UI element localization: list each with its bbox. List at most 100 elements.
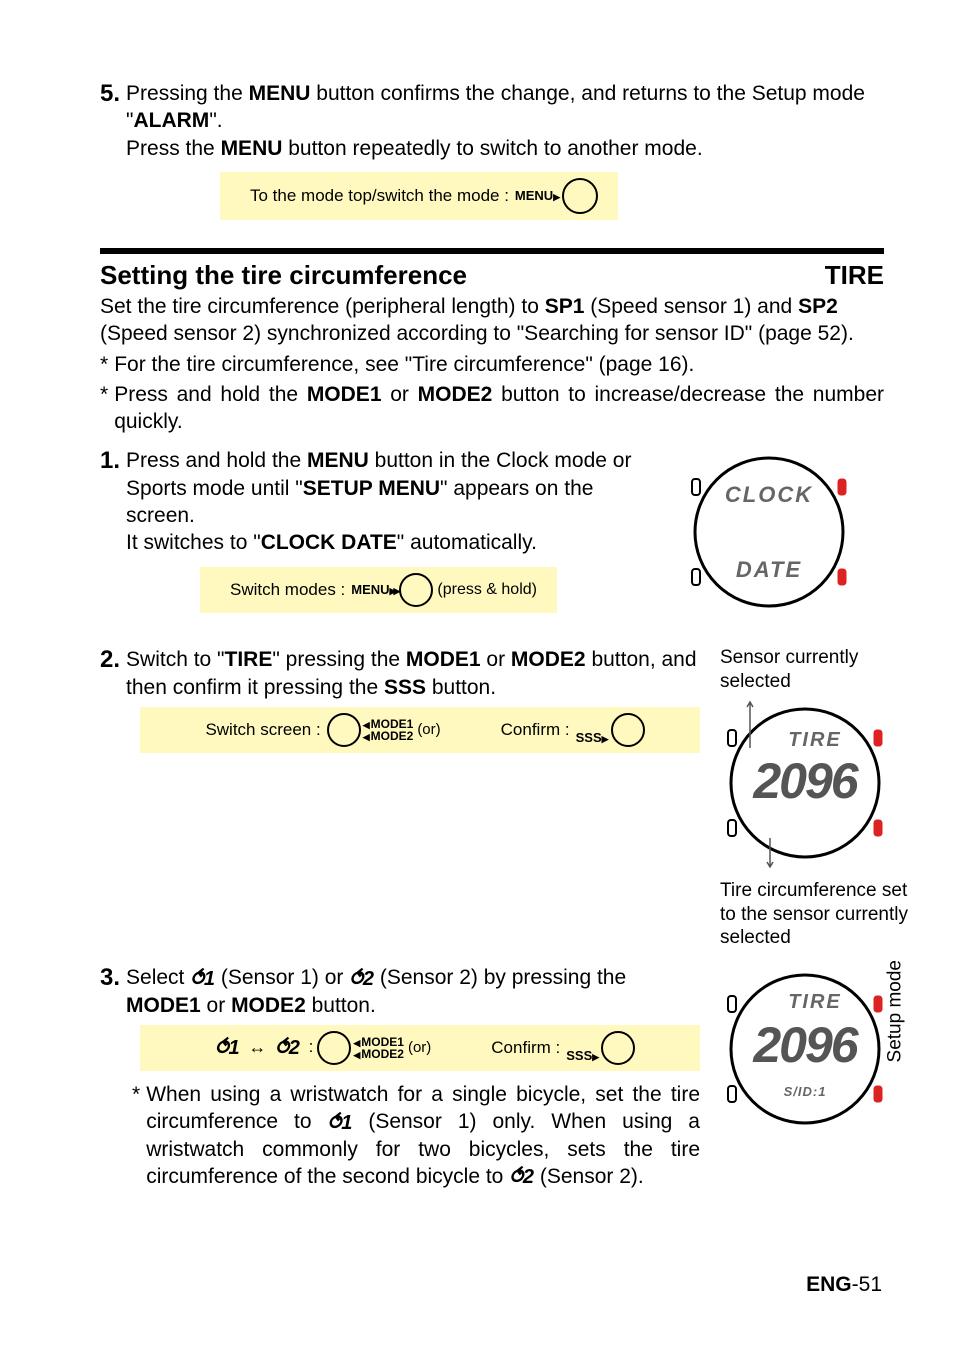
button-icon (601, 1031, 635, 1065)
text: or (207, 994, 232, 1017)
section-tag: TIRE (825, 260, 884, 291)
text: SSS (576, 730, 602, 745)
text: 1 (341, 1112, 352, 1134)
text: Press and hold the MODE1 or MODE2 button… (114, 381, 884, 436)
menu-word: MENU (221, 137, 283, 160)
lcd-top: TIRE (788, 729, 842, 751)
text: (Speed sensor 2) synchronized according … (100, 322, 854, 345)
hint-bar-sensor-select: ⥀1 ↔ ⥀2 : MODE1 MODE2 (or) Confirm : SSS (140, 1025, 700, 1071)
double-triangle-icon (390, 582, 398, 597)
asterisk-icon: * (132, 1081, 140, 1191)
section-header: Setting the tire circumference TIRE (100, 260, 884, 291)
lcd-top: TIRE (788, 991, 842, 1013)
or-text: (or) (408, 1039, 431, 1056)
section-intro: Set the tire circumference (peripheral l… (100, 293, 884, 348)
or-text: (or) (417, 721, 440, 738)
double-arrow-icon: ↔ (248, 1037, 266, 1057)
text: button. (426, 676, 496, 699)
text: 1 (204, 968, 215, 990)
step-2-row: 2. Switch to "TIRE" pressing the MODE1 o… (100, 646, 884, 954)
menu-word: MENU (307, 449, 369, 472)
lcd-bottom: DATE (736, 557, 802, 582)
mode1: MODE1 (406, 648, 481, 671)
setup-menu: SETUP MENU (303, 477, 440, 500)
text: Set the tire circumference (peripheral l… (100, 295, 545, 318)
side-tab: Setup mode (884, 960, 906, 1062)
step-number: 3. (100, 964, 120, 993)
button-icon (327, 713, 361, 747)
step-body: Pressing the MENU button confirms the ch… (126, 80, 884, 162)
text: When using a wristwatch for a single bic… (146, 1081, 700, 1191)
sensor2-icon: ⥀2 (275, 1035, 300, 1060)
sensor2-icon: ⥀2 (509, 1164, 534, 1190)
text: Pressing the (126, 82, 249, 105)
sensor2-icon: ⥀2 (349, 966, 374, 992)
button-icon (399, 573, 433, 607)
text: MENU (515, 188, 553, 203)
lcd-top: CLOCK (725, 482, 813, 507)
triangle-icon (592, 1048, 599, 1063)
sss-label: SSS (576, 730, 609, 745)
hint-bar-switch-modes: Switch modes : MENU (press & hold) (200, 567, 557, 613)
confirm-label: Confirm : (491, 1038, 560, 1058)
mode-stack: MODE1 MODE2 (353, 1036, 404, 1060)
step-1-row: 1. Press and hold the MENU button in the… (100, 447, 884, 622)
button-icon (317, 1031, 351, 1065)
text: Select (126, 966, 190, 989)
text: 2 (523, 1166, 534, 1188)
text: Switch to " (126, 648, 225, 671)
lcd-bottom: S/ID:1 (784, 1084, 827, 1099)
caption-tire-circ: Tire circumference set to the sensor cur… (720, 879, 920, 950)
asterisk-icon: * (100, 351, 108, 378)
caption-sensor-selected: Sensor currently selected (720, 646, 920, 694)
text: " automatically. (397, 531, 537, 554)
text: button. (306, 994, 376, 1017)
text: For the tire circumference, see "Tire ci… (114, 351, 884, 378)
text: or (382, 383, 418, 406)
confirm-label: Confirm : (501, 720, 570, 740)
footer-page: -51 (852, 1273, 882, 1296)
menu-button-label: MENU (515, 188, 560, 203)
text: It switches to " (126, 531, 261, 554)
clock-date: CLOCK DATE (261, 531, 397, 554)
text: (Speed sensor 1) and (584, 295, 798, 318)
text: or (481, 648, 511, 671)
menu-button-label: MENU (351, 582, 397, 597)
text: 1 (228, 1037, 239, 1059)
text: Press the (126, 137, 221, 160)
page-footer: ENG-51 (806, 1273, 882, 1297)
asterisk-icon: * (100, 381, 108, 436)
sensor1-icon: ⥀1 (215, 1035, 240, 1060)
button-icon (562, 178, 598, 214)
text: 2 (363, 968, 374, 990)
text: button repeatedly to switch to another m… (282, 137, 702, 160)
confirm-group: Confirm : SSS (491, 1031, 635, 1065)
text: MENU (351, 582, 389, 597)
step-number: 1. (100, 447, 120, 476)
triangle-icon (602, 730, 609, 745)
sss-label: SSS (566, 1048, 599, 1063)
step-body: Press and hold the MENU button in the Cl… (126, 447, 664, 556)
sp2: SP2 (798, 295, 838, 318)
mode1: MODE1 (126, 994, 201, 1017)
section-divider (100, 248, 884, 254)
footnote-2: * Press and hold the MODE1 or MODE2 butt… (100, 381, 884, 436)
alarm-word: ALARM (133, 109, 209, 132)
mode-stack: MODE1 MODE2 (363, 718, 414, 742)
lcd-big: 2096 (752, 753, 859, 809)
mode2: MODE2 (511, 648, 586, 671)
text: (Sensor 2) by pressing the (374, 966, 626, 989)
mode2: MODE2 (353, 1048, 404, 1060)
hint-bar-mode-switch: To the mode top/switch the mode : MENU (220, 172, 618, 220)
step-5: 5. Pressing the MENU button confirms the… (100, 80, 884, 162)
menu-word: MENU (249, 82, 311, 105)
step-2: 2. Switch to "TIRE" pressing the MODE1 o… (100, 646, 700, 701)
text: Press and hold the (126, 449, 307, 472)
section-title: Setting the tire circumference (100, 260, 467, 291)
mode2: MODE2 (231, 994, 306, 1017)
text: ". (209, 109, 222, 132)
footnote-1: * For the tire circumference, see "Tire … (100, 351, 884, 378)
text: (Sensor 1) or (215, 966, 349, 989)
sp1: SP1 (545, 295, 585, 318)
step-body: Switch to "TIRE" pressing the MODE1 or M… (126, 646, 700, 701)
